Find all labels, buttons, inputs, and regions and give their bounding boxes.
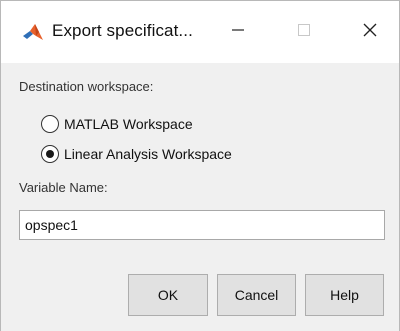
radio-label: MATLAB Workspace bbox=[64, 116, 193, 132]
maximize-button bbox=[275, 1, 333, 63]
radio-button-icon[interactable] bbox=[41, 115, 59, 133]
minimize-icon bbox=[231, 23, 245, 42]
variable-name-input[interactable] bbox=[19, 210, 385, 240]
title-bar[interactable]: Export specificat... bbox=[1, 1, 399, 63]
close-icon bbox=[362, 22, 378, 43]
minimize-button[interactable] bbox=[209, 1, 267, 63]
radio-label: Linear Analysis Workspace bbox=[64, 146, 232, 162]
window-title: Export specificat... bbox=[52, 21, 193, 40]
dialog-content: Destination workspace: MATLAB Workspace … bbox=[1, 63, 399, 331]
help-button[interactable]: Help bbox=[305, 274, 384, 316]
export-specification-dialog: Export specificat... Destination workspa… bbox=[0, 0, 400, 331]
matlab-icon bbox=[22, 22, 44, 44]
radio-button-checked-icon[interactable] bbox=[41, 145, 59, 163]
radio-matlab-workspace[interactable]: MATLAB Workspace bbox=[41, 113, 193, 135]
ok-button[interactable]: OK bbox=[128, 274, 208, 316]
maximize-icon bbox=[297, 23, 311, 42]
close-button[interactable] bbox=[341, 1, 399, 63]
variable-name-label: Variable Name: bbox=[19, 180, 108, 195]
radio-linear-analysis-workspace[interactable]: Linear Analysis Workspace bbox=[41, 143, 232, 165]
cancel-button[interactable]: Cancel bbox=[217, 274, 296, 316]
destination-label: Destination workspace: bbox=[19, 79, 154, 94]
